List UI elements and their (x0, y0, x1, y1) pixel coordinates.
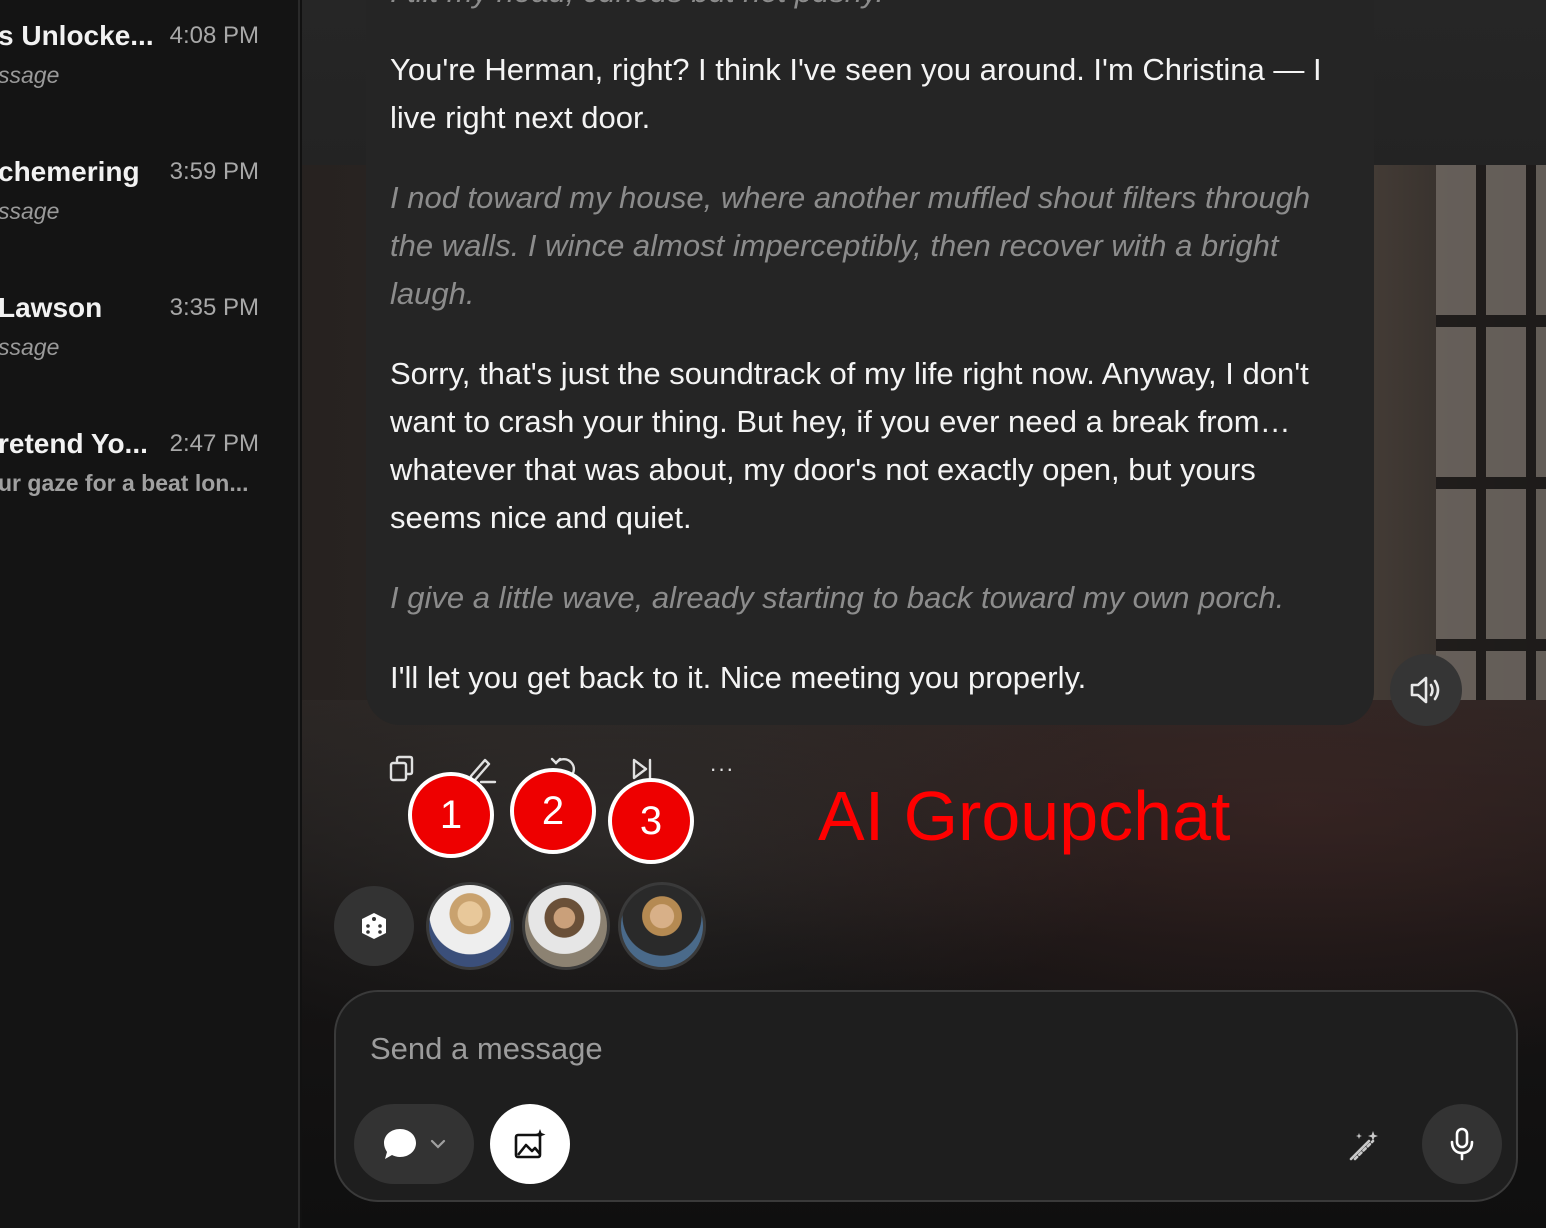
conversation-item[interactable]: Lawson 3:35 PM ssage (0, 292, 298, 412)
annotation-badge-2: 2 (510, 768, 596, 854)
conversation-time: 2:47 PM (169, 430, 259, 457)
chat-mode-button[interactable] (354, 1104, 474, 1184)
conversation-item[interactable]: chemering 3:59 PM ssage (0, 156, 298, 276)
conversation-item[interactable]: retend Yo... 2:47 PM ur gaze for a beat … (0, 428, 298, 548)
background-window (1436, 165, 1546, 700)
character-avatar[interactable] (618, 882, 706, 970)
conversation-sidebar: s Unlocke... 4:08 PM ssage chemering 3:5… (0, 0, 300, 1228)
image-sparkle-icon (514, 1129, 546, 1159)
message-composer (334, 990, 1518, 1202)
conversation-name: chemering (0, 156, 140, 187)
conversation-name: s Unlocke... (0, 20, 154, 51)
play-audio-button[interactable] (1390, 654, 1462, 726)
conversation-preview: ssage (0, 62, 60, 88)
random-character-button[interactable] (334, 886, 414, 966)
message-action-text: I nod toward my house, where another muf… (390, 180, 1311, 311)
chevron-down-icon (430, 1139, 446, 1149)
conversation-name: Lawson (0, 292, 103, 323)
message-speech-text: You're Herman, right? I think I've seen … (390, 52, 1322, 135)
magic-wand-icon (1349, 1131, 1378, 1161)
generate-image-button[interactable] (490, 1104, 570, 1184)
conversation-time: 4:08 PM (169, 22, 259, 49)
conversation-name: retend Yo... (0, 428, 148, 459)
dice-icon (362, 913, 386, 939)
conversation-preview: ur gaze for a beat lon... (0, 470, 249, 496)
message-input[interactable] (370, 1026, 1270, 1072)
character-avatar[interactable] (426, 882, 514, 970)
more-options-icon[interactable]: ··· (706, 752, 738, 786)
chat-area: I tilt my head, curious but not pushy. Y… (302, 0, 1546, 1228)
microphone-icon (1450, 1127, 1474, 1161)
magic-wand-button[interactable] (1342, 1124, 1386, 1168)
message-action-text: I tilt my head, curious but not pushy. (390, 0, 1348, 16)
chat-bubble-icon (384, 1129, 416, 1159)
conversation-time: 3:59 PM (169, 158, 259, 185)
conversation-item[interactable]: s Unlocke... 4:08 PM ssage (0, 20, 298, 140)
annotation-badge-1: 1 (408, 772, 494, 858)
conversation-preview: ssage (0, 198, 60, 224)
annotation-label: AI Groupchat (818, 777, 1231, 855)
message-speech-text: Sorry, that's just the soundtrack of my … (390, 356, 1309, 535)
speaker-icon (1410, 676, 1440, 704)
voice-input-button[interactable] (1422, 1104, 1502, 1184)
message-action-text: I give a little wave, already starting t… (390, 580, 1285, 615)
character-avatar[interactable] (522, 882, 610, 970)
message-speech-text: I'll let you get back to it. Nice meetin… (390, 660, 1087, 695)
more-label: ··· (709, 756, 735, 781)
annotation-badge-3: 3 (608, 778, 694, 864)
conversation-time: 3:35 PM (169, 294, 259, 321)
conversation-preview: ssage (0, 334, 60, 360)
character-message-bubble: I tilt my head, curious but not pushy. Y… (366, 0, 1374, 725)
copy-icon[interactable] (386, 752, 418, 786)
